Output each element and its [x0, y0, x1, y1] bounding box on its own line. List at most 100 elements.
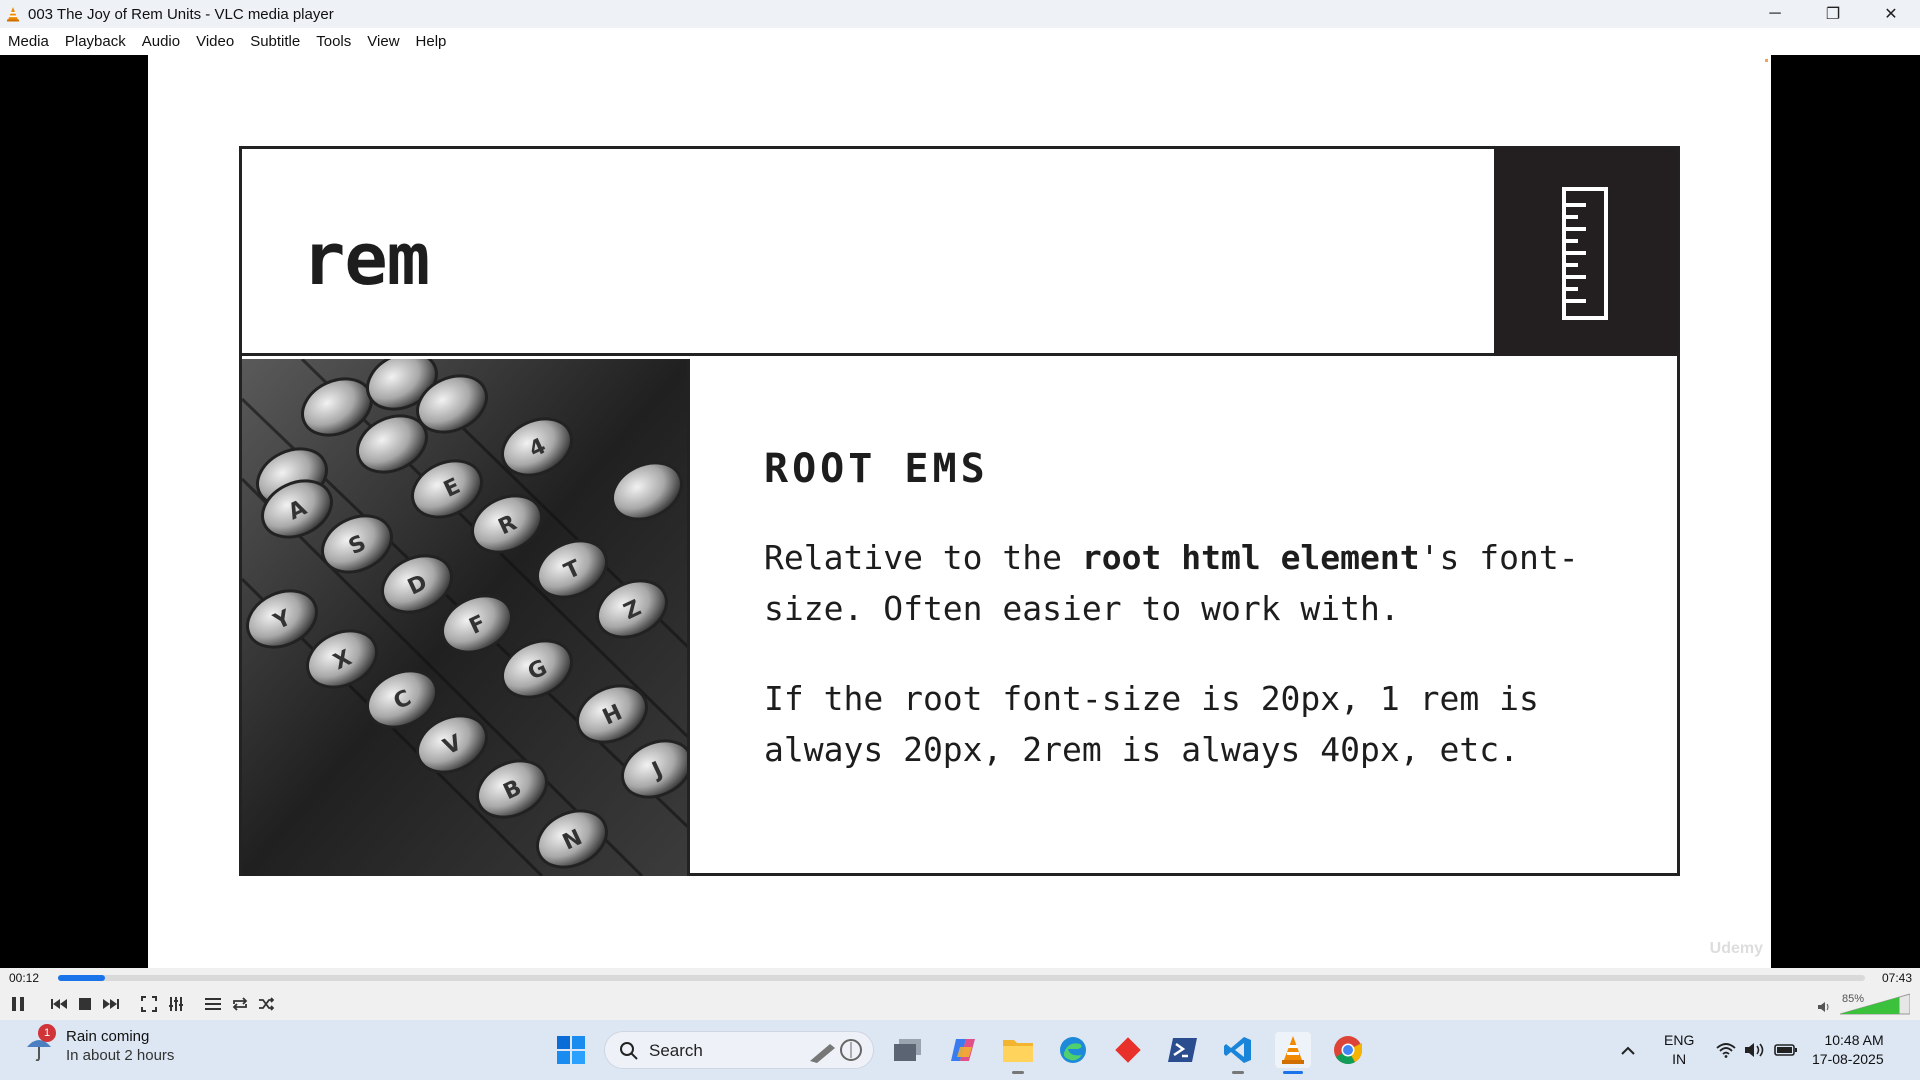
volume-slider[interactable]: 85%	[1840, 993, 1910, 1015]
close-button[interactable]: ✕	[1862, 0, 1920, 28]
slide-heading: rem	[302, 217, 430, 301]
playlist-button[interactable]	[200, 992, 226, 1016]
vlc-cone-icon	[7, 7, 19, 22]
previous-icon	[51, 999, 67, 1009]
menu-help[interactable]: Help	[408, 33, 455, 50]
video-artifact	[1765, 59, 1768, 62]
taskbar-search[interactable]: Search	[604, 1031, 874, 1069]
chevron-up-icon	[1621, 1046, 1635, 1055]
powershell-icon	[1168, 1038, 1197, 1062]
typewriter-keys-photo: 4 E R T Z A S D F G H Y X C V B N J	[242, 359, 690, 876]
weather-title: Rain coming	[66, 1028, 150, 1045]
pause-button[interactable]	[5, 992, 31, 1016]
loop-icon	[232, 997, 248, 1011]
slide-paragraph-1: Relative to the root html element's font…	[764, 532, 1664, 634]
playback-controls: 85%	[0, 988, 1920, 1020]
slide-header: rem	[242, 149, 1677, 356]
previous-button[interactable]	[46, 992, 72, 1016]
menu-tools[interactable]: Tools	[308, 33, 359, 50]
powershell-button[interactable]	[1165, 1032, 1201, 1068]
search-highlight-icon	[810, 1039, 862, 1063]
running-indicator	[1232, 1071, 1244, 1074]
task-view-icon	[894, 1039, 921, 1061]
para1-text-a: Relative to the	[764, 538, 1082, 577]
slide: rem 4 E R T Z A S D F G H Y X C V B N J …	[239, 146, 1680, 876]
next-icon	[103, 999, 119, 1009]
menu-bar: Media Playback Audio Video Subtitle Tool…	[0, 28, 1920, 55]
chrome-button[interactable]	[1330, 1032, 1366, 1068]
folder-icon	[1003, 1040, 1033, 1062]
clock-time: 10:48 AM	[1824, 1032, 1884, 1048]
title-bar: 003 The Joy of Rem Units - VLC media pla…	[0, 0, 1920, 28]
copilot-icon	[951, 1039, 975, 1061]
next-button[interactable]	[98, 992, 124, 1016]
git-app-button[interactable]	[1110, 1032, 1146, 1068]
loop-button[interactable]	[227, 992, 253, 1016]
video-area[interactable]: rem 4 E R T Z A S D F G H Y X C V B N J …	[0, 55, 1920, 968]
weather-subtitle: In about 2 hours	[66, 1047, 175, 1064]
stop-icon	[79, 998, 91, 1010]
menu-view[interactable]: View	[359, 33, 407, 50]
minimize-button[interactable]: ─	[1746, 0, 1804, 28]
volume-control[interactable]: 85%	[1818, 992, 1914, 1016]
taskbar: 1 Rain coming In about 2 hours Search EN…	[0, 1020, 1920, 1080]
wifi-icon	[1716, 1043, 1736, 1058]
restore-button[interactable]: ❐	[1804, 0, 1862, 28]
elapsed-time: 00:12	[9, 971, 40, 985]
seek-bar-row: 00:12 07:43	[0, 968, 1920, 988]
search-icon	[620, 1042, 638, 1060]
video-frame: rem 4 E R T Z A S D F G H Y X C V B N J …	[148, 55, 1771, 968]
menu-playback[interactable]: Playback	[57, 33, 134, 50]
menu-video[interactable]: Video	[188, 33, 242, 50]
slide-text-panel: ROOT EMS Relative to the root html eleme…	[693, 359, 1677, 876]
start-button[interactable]	[553, 1032, 589, 1068]
ruler-icon	[1562, 187, 1608, 320]
menu-audio[interactable]: Audio	[134, 33, 188, 50]
weather-badge: 1	[38, 1024, 56, 1042]
clock[interactable]: 10:48 AM 17-08-2025	[1812, 1020, 1884, 1080]
menu-subtitle[interactable]: Subtitle	[242, 33, 308, 50]
vscode-button[interactable]	[1220, 1032, 1256, 1074]
window-controls: ─ ❐ ✕	[1746, 0, 1920, 28]
menu-media[interactable]: Media	[0, 33, 57, 50]
edge-button[interactable]	[1055, 1032, 1091, 1068]
fullscreen-icon	[141, 996, 157, 1012]
vlc-taskbar-button[interactable]	[1275, 1032, 1311, 1074]
file-explorer-button[interactable]	[1000, 1032, 1036, 1074]
speaker-icon	[1818, 1002, 1829, 1012]
active-indicator	[1283, 1071, 1303, 1074]
shuffle-icon	[259, 997, 274, 1011]
language-region: IN	[1672, 1051, 1687, 1067]
volume-icon	[1745, 1043, 1764, 1057]
edge-browser-icon	[1060, 1037, 1086, 1063]
pause-icon	[12, 997, 24, 1011]
quick-settings[interactable]	[1716, 1020, 1798, 1080]
search-label: Search	[649, 1041, 703, 1060]
extended-settings-button[interactable]	[163, 992, 189, 1016]
copilot-button[interactable]	[945, 1032, 981, 1068]
seek-progress	[58, 975, 105, 981]
vlc-cone-icon	[1282, 1036, 1304, 1064]
slide-paragraph-2: If the root font-size is 20px, 1 rem is …	[764, 679, 1539, 769]
stop-button[interactable]	[72, 992, 98, 1016]
volume-percent: 85%	[1842, 993, 1864, 1005]
language-indicator[interactable]: ENG IN	[1664, 1020, 1694, 1080]
weather-widget[interactable]: 1 Rain coming In about 2 hours	[24, 1024, 175, 1064]
windows-logo-icon	[557, 1036, 585, 1064]
seek-slider[interactable]	[58, 975, 1865, 981]
window-title: 003 The Joy of Rem Units - VLC media pla…	[28, 5, 334, 23]
diamond-app-icon	[1115, 1037, 1141, 1063]
slide-subheading: ROOT EMS	[764, 446, 989, 492]
slide-icon-box	[1494, 149, 1677, 356]
vscode-icon	[1224, 1037, 1251, 1063]
running-indicator	[1012, 1071, 1024, 1074]
para1-bold: root html element	[1081, 538, 1420, 577]
equalizer-icon	[169, 997, 183, 1011]
language-code: ENG	[1664, 1032, 1695, 1048]
tray-overflow-button[interactable]	[1620, 1020, 1636, 1080]
shuffle-button[interactable]	[253, 992, 279, 1016]
total-time: 07:43	[1881, 971, 1912, 985]
task-view-button[interactable]	[890, 1032, 926, 1068]
fullscreen-button[interactable]	[136, 992, 162, 1016]
battery-icon	[1774, 1044, 1797, 1056]
